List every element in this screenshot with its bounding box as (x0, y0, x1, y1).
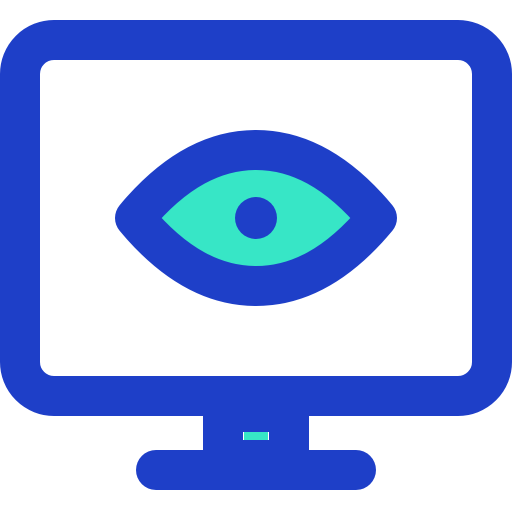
monitor-eye-icon (0, 0, 512, 512)
eye-pupil (235, 197, 277, 239)
monitor-neck-join (203, 392, 309, 420)
monitor-eye-svg (0, 20, 512, 490)
